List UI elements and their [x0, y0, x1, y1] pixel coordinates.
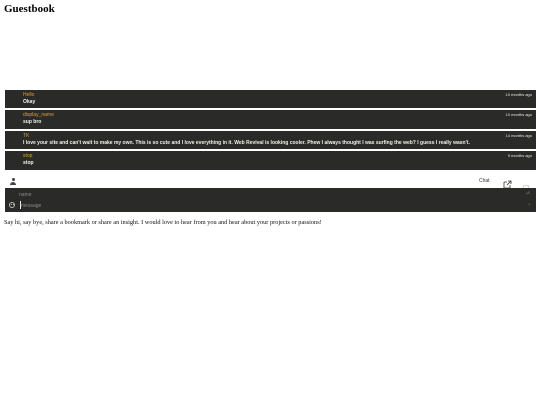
message-timestamp: 9 months ago: [507, 153, 532, 158]
message-text: Okay: [23, 98, 36, 105]
name-input[interactable]: [19, 191, 519, 199]
message-item: stop stop 9 months ago: [5, 151, 536, 170]
message-text: I love your site and can't wait to make …: [23, 139, 470, 146]
user-icon[interactable]: [10, 178, 16, 185]
close-icon[interactable]: [523, 178, 529, 191]
page-title: Guestbook: [4, 3, 55, 15]
external-link-icon[interactable]: [503, 176, 512, 189]
message-item: TK I love your site and can't wait to ma…: [5, 131, 536, 149]
send-icon[interactable]: ›: [528, 202, 530, 208]
intro-text: Say hi, say bye, share a bookmark or sha…: [4, 219, 322, 226]
message-item: display_name sup bro 10 months ago: [5, 110, 536, 129]
message-text: stop: [23, 159, 34, 166]
message-timestamp: 10 months ago: [505, 112, 532, 117]
message-timestamp: 14 months ago: [505, 133, 532, 138]
message-item: Hello Okay 10 months ago: [5, 90, 536, 108]
message-text: sup bro: [23, 118, 42, 125]
chat-label: Chat: [479, 178, 490, 184]
chat-toolbar: Chat: [5, 175, 536, 191]
message-timestamp: 10 months ago: [505, 92, 532, 97]
compose-form: ⏎ ›: [5, 188, 536, 212]
message-list: Hello Okay 10 months ago display_name su…: [5, 90, 536, 172]
enter-icon[interactable]: ⏎: [526, 191, 530, 197]
emoji-icon[interactable]: [9, 202, 15, 208]
message-input[interactable]: [21, 202, 521, 210]
